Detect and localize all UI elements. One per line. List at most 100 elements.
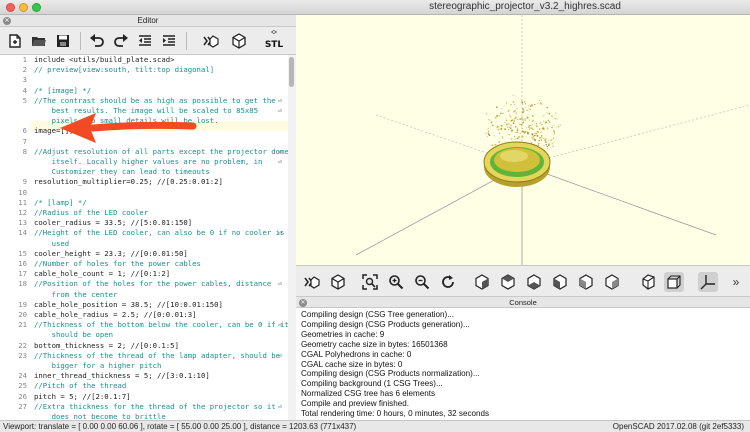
view-left-button[interactable] [550,272,570,292]
model-highlight [500,150,528,162]
save-button[interactable] [52,31,74,51]
toolbar-separator [186,32,187,50]
line-wrap-icon: ⏎ [277,96,282,105]
reset-view-button[interactable] [438,272,458,292]
toolbar-more-button[interactable]: » [726,272,746,292]
line-wrap-icon: ⏎ [277,280,282,289]
zoom-in-button[interactable] [386,272,406,292]
code-line: 8 //Adjust resolution of all parts except… [0,146,289,157]
line-number: 19 [18,299,27,309]
code-text: bigger for a higher pitch [34,361,162,370]
open-file-button[interactable] [28,31,50,51]
line-number: 7 [22,136,27,146]
console-line: Normalized CSG tree has 6 elements [301,389,436,399]
line-number: 16 [18,259,27,268]
3d-viewport[interactable] [296,15,750,265]
console-line: Compiling background (1 CSG Trees)... [301,379,443,389]
indent-button[interactable] [158,31,180,51]
editor-scroll-thumb[interactable] [289,57,294,87]
code-text: cable_hole_radius = 2.5; //[0:0.01:3] [34,310,197,319]
unindent-button[interactable] [134,31,156,51]
line-number: 11 [18,197,27,207]
line-number: 15 [18,248,27,258]
view-back-icon [605,274,619,290]
code-line: 1 include <utils/build_plate.scad> [0,55,288,65]
view-right-icon [475,274,489,290]
code-line: bigger for a higher pitch [0,361,288,371]
line-number: 27 [18,401,27,411]
line-wrap-icon: ⏎ [277,351,282,360]
export-stl-button[interactable]: STL [260,30,288,51]
code-text: //Height of the LED cooler, can also be … [34,228,285,238]
redo-button[interactable] [110,31,132,51]
line-number: 3 [22,75,27,85]
line-number: 21 [18,320,27,330]
editor-scrollbar[interactable] [288,55,296,420]
code-line: 24 inner_thread_thickness = 5; //[3:0.1:1… [0,371,288,381]
console-title: Console [509,298,537,307]
console-panel: ✕ Console Compiling design (CSG Tree gen… [296,297,750,420]
code-line: 26 pitch = 5; //[2:0.1:7] [0,392,288,402]
console-close-icon[interactable]: ✕ [299,299,307,307]
indent-icon [163,35,175,46]
code-line: 11 /* [lamp] */ [0,198,288,208]
zoom-out-button[interactable] [412,272,432,292]
code-text: cooler_height = 23.3; //[0:0.01:50] [34,248,188,258]
code-line: 2 // preview[view:south, tilt:top diagona… [0,65,288,75]
line-number: 18 [18,279,27,289]
unindent-icon [139,35,151,46]
show-axes-button[interactable] [698,272,718,292]
viewport-status: Viewport: translate = [ 0.00 0.00 60.06 … [3,422,357,431]
orthogonal-button[interactable] [664,272,684,292]
line-number: 14 [18,228,27,238]
line-number: 10 [18,187,27,197]
reset-view-icon [442,275,454,288]
viewport-toolbar: » [296,265,750,297]
view-back-button[interactable] [602,272,622,292]
new-file-button[interactable] [4,31,26,51]
view-front-button[interactable] [576,272,596,292]
console-line: Geometries in cache: 9 [301,329,385,339]
console-line: Compiling design (CSG Products generatio… [301,319,470,329]
preview-icon [203,35,219,48]
line-number: 1 [22,55,27,64]
preview-icon [304,276,320,289]
open-file-icon [32,37,46,46]
view-right-button[interactable] [472,272,492,292]
view-top-button[interactable] [498,272,518,292]
view-all-button[interactable] [360,272,380,292]
line-wrap-icon: ⏎ [277,107,282,115]
code-text: //Pitch of the thread [34,381,127,391]
console-line: Compiling design (CSG Products normaliza… [301,369,480,379]
editor-close-icon[interactable]: ✕ [3,17,11,25]
view-bottom-button[interactable] [524,272,544,292]
code-text: //Extra thickness for the thread of the … [34,401,276,411]
render-button[interactable] [228,31,250,51]
viewport-scene [355,15,750,265]
stl-label: STL [264,40,284,50]
save-icon [57,35,69,47]
code-text: inner_thread_thickness = 5; //[3:0.1:10] [34,371,210,381]
editor-title: Editor [137,16,159,25]
line-number: 25 [18,381,27,391]
view-bottom-icon [527,274,541,290]
code-text: used [34,238,70,248]
vp-render-button[interactable] [328,272,348,292]
code-line: 3 [0,75,288,85]
annotation-arrow-icon [60,113,197,143]
vp-preview-button[interactable] [302,272,322,292]
line-number: 8 [22,146,27,156]
code-line: Customizer they can lead to timeouts [0,167,288,177]
code-line: 20 cable_hole_radius = 2.5; //[0:0.01:3] [0,310,288,320]
code-line: 17 cable_hole_count = 1; //[0:1:2] [0,269,288,279]
undo-button[interactable] [86,31,108,51]
editor-panel: ✕ Editor STL 1 include <utils/build_plat… [0,15,296,420]
perspective-button[interactable] [638,272,658,292]
line-number: 17 [18,269,27,279]
console-output[interactable]: Compiling design (CSG Tree generation)..… [301,310,747,419]
x-axis-negative [521,104,750,166]
preview-button[interactable] [200,31,222,51]
code-text: cable_hole_count = 1; //[0:1:2] [34,269,171,279]
editor-toolbar: STL [0,27,296,55]
code-text: itself. Locally higher values are no pro… [34,157,263,166]
